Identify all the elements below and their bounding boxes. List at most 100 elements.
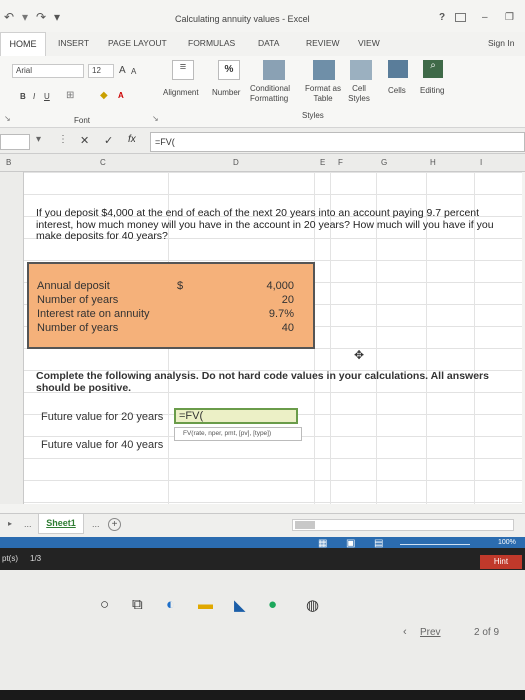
name-box-dropdown-icon[interactable]: ▾: [36, 134, 41, 145]
number-of-years-label: Number of years: [37, 294, 119, 306]
percent-icon[interactable]: %: [218, 60, 240, 80]
ribbon-display-icon[interactable]: [455, 13, 466, 22]
column-h[interactable]: H: [430, 158, 436, 167]
window-title: Calculating annuity values - Excel: [175, 14, 310, 24]
help-button[interactable]: ?: [439, 12, 445, 23]
format-as-table-icon[interactable]: [313, 60, 335, 80]
clipboard-launcher-icon[interactable]: ↘: [4, 114, 11, 123]
years-40-value[interactable]: 40: [244, 321, 294, 335]
column-d[interactable]: D: [233, 158, 239, 167]
scroll-sheets-icon[interactable]: ▸: [8, 519, 12, 528]
prev-link[interactable]: Prev: [420, 627, 441, 638]
dropdown-arrow-icon[interactable]: ▾: [22, 10, 28, 24]
inputs-labels: Annual deposit Number of years Interest …: [37, 279, 187, 335]
fv40-label: Future value for 40 years: [41, 439, 164, 451]
alignment-icon[interactable]: ≡: [172, 60, 194, 80]
horizontal-scrollbar[interactable]: [292, 519, 514, 531]
restore-button[interactable]: ❐: [505, 12, 514, 23]
italic-button[interactable]: I: [33, 92, 35, 101]
sheets-right-ellipsis[interactable]: ...: [92, 519, 100, 529]
tab-formulas[interactable]: FORMULAS: [188, 38, 235, 48]
mail-app-icon[interactable]: ◣: [234, 596, 246, 614]
inputs-values: 4,000 20 9.7% 40: [244, 279, 294, 335]
font-launcher-icon[interactable]: ↘: [152, 114, 159, 123]
cells-button[interactable]: Cells: [388, 86, 406, 95]
conditional-formatting-button[interactable]: Conditional Formatting: [250, 84, 305, 104]
column-f[interactable]: F: [338, 158, 343, 167]
page-counter: 2 of 9: [474, 627, 500, 638]
alignment-button[interactable]: Alignment: [163, 88, 199, 97]
column-b[interactable]: B: [6, 158, 11, 167]
find-select-icon[interactable]: ⌕: [423, 60, 443, 78]
column-i[interactable]: I: [480, 158, 482, 167]
tab-home[interactable]: HOME: [0, 32, 46, 56]
cell-cursor-icon: ✥: [354, 348, 365, 362]
scrollbar-thumb[interactable]: [295, 521, 315, 529]
bottom-area: ‹ Prev 2 of 9: [0, 570, 525, 700]
steam-app-icon[interactable]: ◍: [306, 596, 319, 614]
cell-styles-button[interactable]: Cell Styles: [344, 84, 374, 104]
task-view-icon[interactable]: ⧉: [132, 596, 143, 613]
cells-icon[interactable]: [388, 60, 408, 78]
formula-bar: ▾ ⋮ ✕ ✓ fx =FV(: [0, 128, 525, 154]
hint-button[interactable]: Hint: [480, 555, 522, 569]
conditional-formatting-icon[interactable]: [263, 60, 285, 80]
interest-rate-label: Interest rate on annuity: [37, 308, 150, 320]
font-size-box[interactable]: 12: [88, 64, 114, 78]
number-button[interactable]: Number: [212, 88, 240, 97]
file-explorer-icon[interactable]: ▬: [198, 596, 213, 613]
formula-input[interactable]: =FV(: [150, 132, 525, 152]
name-box[interactable]: [0, 134, 30, 150]
row-header-bar: [0, 172, 24, 504]
tab-view[interactable]: VIEW: [358, 38, 380, 48]
chevron-left-icon[interactable]: ‹: [403, 626, 407, 638]
add-sheet-button[interactable]: +: [108, 518, 121, 531]
editing-button[interactable]: Editing: [420, 86, 444, 95]
column-c[interactable]: C: [100, 158, 106, 167]
tab-review[interactable]: REVIEW: [306, 38, 340, 48]
redo-icon[interactable]: ↷: [36, 10, 46, 24]
tab-insert[interactable]: INSERT: [58, 38, 89, 48]
sign-in-link[interactable]: Sign In: [488, 38, 514, 48]
sheets-left-ellipsis[interactable]: ...: [24, 519, 32, 529]
font-name-box[interactable]: Arial: [12, 64, 84, 78]
interest-rate-value[interactable]: 9.7%: [244, 307, 294, 321]
tab-data[interactable]: DATA: [258, 38, 279, 48]
zoom-slider[interactable]: [400, 544, 470, 545]
search-taskbar-icon[interactable]: ○: [100, 596, 109, 613]
tab-page-layout[interactable]: PAGE LAYOUT: [108, 38, 167, 48]
fill-color-icon[interactable]: ◆: [100, 90, 108, 101]
shrink-font-button[interactable]: A: [131, 67, 136, 76]
undo-icon[interactable]: ↶: [4, 10, 14, 24]
fv20-input-cell[interactable]: =FV(: [174, 408, 298, 424]
column-e[interactable]: E: [320, 158, 325, 167]
column-g[interactable]: G: [381, 158, 387, 167]
ribbon-tab-bar: HOME INSERT PAGE LAYOUT FORMULAS DATA RE…: [0, 32, 525, 56]
customize-qat-icon[interactable]: ▾: [54, 10, 60, 24]
bold-button[interactable]: B: [20, 92, 26, 101]
cell-styles-icon[interactable]: [350, 60, 372, 80]
minimize-button[interactable]: –: [482, 12, 488, 23]
underline-button[interactable]: U: [44, 92, 50, 101]
annual-deposit-value[interactable]: 4,000: [244, 279, 294, 293]
more-options-icon[interactable]: ⋮: [58, 134, 68, 145]
format-as-table-button[interactable]: Format as Table: [304, 84, 342, 104]
column-header-bar: B C D E F G H I: [0, 154, 525, 172]
inputs-box: Annual deposit Number of years Interest …: [27, 262, 315, 349]
points-label: pt(s): [2, 554, 18, 563]
sheet-tab-bar: ▸ ... Sheet1 ... +: [0, 513, 525, 537]
insert-function-button[interactable]: fx: [128, 134, 136, 145]
annual-deposit-label: Annual deposit: [37, 280, 110, 292]
cancel-icon[interactable]: ✕: [80, 134, 89, 147]
zoom-level[interactable]: 100%: [498, 539, 516, 546]
enter-icon[interactable]: ✓: [104, 134, 113, 147]
sheet-tab-sheet1[interactable]: Sheet1: [38, 514, 84, 534]
years-20-value[interactable]: 20: [244, 293, 294, 307]
question-text: If you deposit $4,000 at the end of each…: [36, 207, 494, 242]
chrome-browser-icon[interactable]: ●: [268, 596, 277, 613]
font-color-icon[interactable]: A: [118, 91, 124, 100]
grow-font-button[interactable]: A: [119, 65, 126, 76]
borders-icon[interactable]: ⊞: [66, 90, 74, 101]
title-bar: ↶ ▾ ↷ ▾ Calculating annuity values - Exc…: [0, 0, 525, 32]
edge-browser-icon[interactable]: ◐: [166, 596, 175, 613]
